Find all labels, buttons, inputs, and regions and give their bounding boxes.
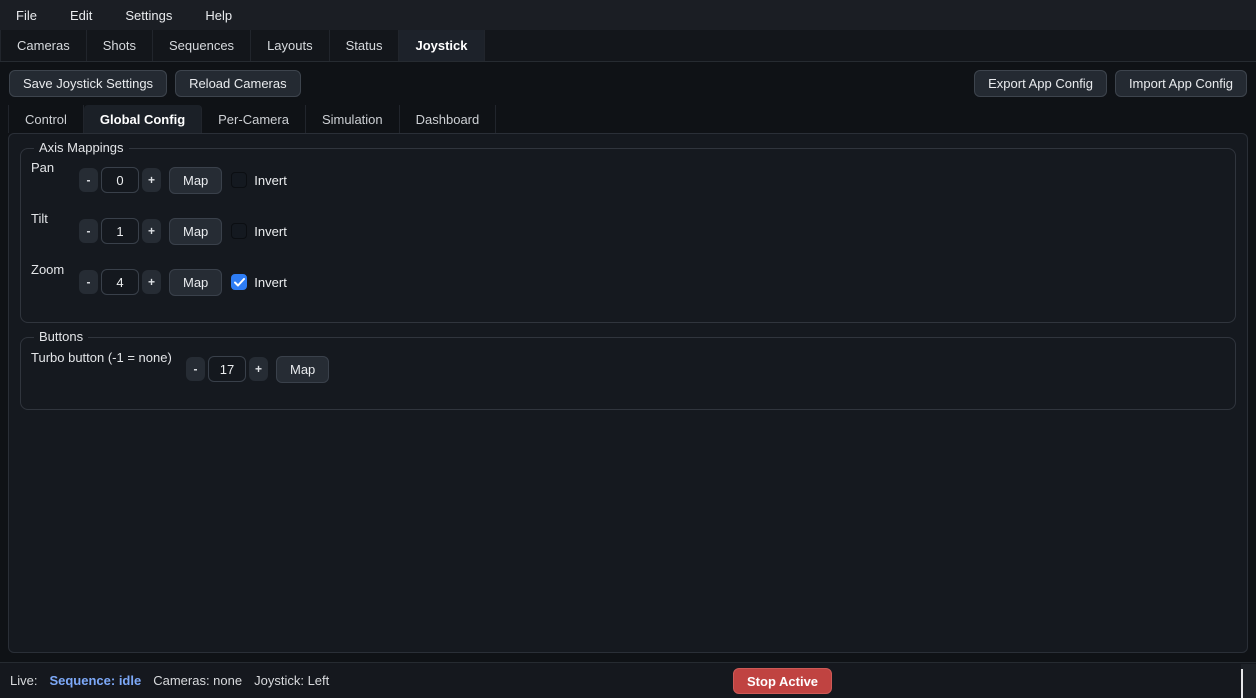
zoom-axis-value[interactable]: 4 [101, 269, 139, 295]
subtab-per-camera[interactable]: Per-Camera [202, 105, 306, 133]
subtab-simulation[interactable]: Simulation [306, 105, 400, 133]
turbo-button-row: Turbo button (-1 = none) - 17 + Map [31, 356, 1225, 382]
turbo-map-button[interactable]: Map [276, 356, 329, 383]
turbo-button-value[interactable]: 17 [208, 356, 246, 382]
pan-label: Pan [31, 160, 78, 175]
joystick-sub-tab-bar: Control Global Config Per-Camera Simulat… [0, 105, 1256, 133]
toolbar: Save Joystick Settings Reload Cameras Ex… [0, 62, 1256, 105]
tilt-decrement-button[interactable]: - [79, 219, 98, 243]
import-app-config-button[interactable]: Import App Config [1115, 70, 1247, 97]
status-cameras: Cameras: none [153, 673, 242, 688]
subtab-control[interactable]: Control [8, 105, 84, 133]
tab-cameras[interactable]: Cameras [0, 30, 87, 61]
tilt-invert-checkbox[interactable] [231, 223, 247, 239]
menu-bar: File Edit Settings Help [0, 0, 1256, 30]
zoom-map-button[interactable]: Map [169, 269, 222, 296]
tab-sequences[interactable]: Sequences [153, 30, 251, 61]
pan-axis-value[interactable]: 0 [101, 167, 139, 193]
status-live: Live: [10, 673, 37, 688]
status-sequence: Sequence: idle [49, 673, 141, 688]
export-app-config-button[interactable]: Export App Config [974, 70, 1107, 97]
tab-joystick[interactable]: Joystick [399, 30, 484, 61]
menu-help[interactable]: Help [205, 8, 232, 23]
subtab-dashboard[interactable]: Dashboard [400, 105, 497, 133]
tab-shots[interactable]: Shots [87, 30, 153, 61]
pan-invert-label: Invert [254, 173, 287, 188]
tab-status[interactable]: Status [330, 30, 400, 61]
save-joystick-settings-button[interactable]: Save Joystick Settings [9, 70, 167, 97]
buttons-group: Buttons Turbo button (-1 = none) - 17 + … [20, 337, 1236, 410]
menu-file[interactable]: File [16, 8, 37, 23]
main-tab-bar: Cameras Shots Sequences Layouts Status J… [0, 30, 1256, 62]
tilt-increment-button[interactable]: + [142, 219, 161, 243]
subtab-global-config[interactable]: Global Config [84, 105, 202, 133]
tab-layouts[interactable]: Layouts [251, 30, 330, 61]
axis-row-zoom: Zoom - 4 + Map Invert [31, 269, 1225, 295]
menu-edit[interactable]: Edit [70, 8, 92, 23]
zoom-invert-checkbox[interactable] [231, 274, 247, 290]
zoom-invert-label: Invert [254, 275, 287, 290]
status-bar: Live: Sequence: idle Cameras: none Joyst… [0, 662, 1256, 698]
axis-mappings-group: Axis Mappings Pan - 0 + Map Invert Tilt … [20, 148, 1236, 323]
check-icon [234, 278, 245, 287]
menu-settings[interactable]: Settings [125, 8, 172, 23]
tilt-label: Tilt [31, 211, 78, 226]
tilt-invert-label: Invert [254, 224, 287, 239]
turbo-decrement-button[interactable]: - [186, 357, 205, 381]
scrollbar-thumb[interactable] [1241, 669, 1243, 698]
pan-invert-checkbox[interactable] [231, 172, 247, 188]
status-joystick: Joystick: Left [254, 673, 329, 688]
pan-map-button[interactable]: Map [169, 167, 222, 194]
tilt-map-button[interactable]: Map [169, 218, 222, 245]
buttons-legend: Buttons [34, 329, 88, 344]
scrollbar-track [1241, 664, 1256, 698]
turbo-increment-button[interactable]: + [249, 357, 268, 381]
axis-row-pan: Pan - 0 + Map Invert [31, 167, 1225, 193]
tilt-axis-value[interactable]: 1 [101, 218, 139, 244]
zoom-label: Zoom [31, 262, 78, 277]
global-config-panel: Axis Mappings Pan - 0 + Map Invert Tilt … [8, 133, 1248, 653]
pan-decrement-button[interactable]: - [79, 168, 98, 192]
reload-cameras-button[interactable]: Reload Cameras [175, 70, 301, 97]
axis-mappings-legend: Axis Mappings [34, 140, 129, 155]
axis-row-tilt: Tilt - 1 + Map Invert [31, 218, 1225, 244]
zoom-decrement-button[interactable]: - [79, 270, 98, 294]
zoom-increment-button[interactable]: + [142, 270, 161, 294]
stop-active-button[interactable]: Stop Active [733, 668, 832, 694]
turbo-button-label: Turbo button (-1 = none) [31, 350, 185, 365]
pan-increment-button[interactable]: + [142, 168, 161, 192]
